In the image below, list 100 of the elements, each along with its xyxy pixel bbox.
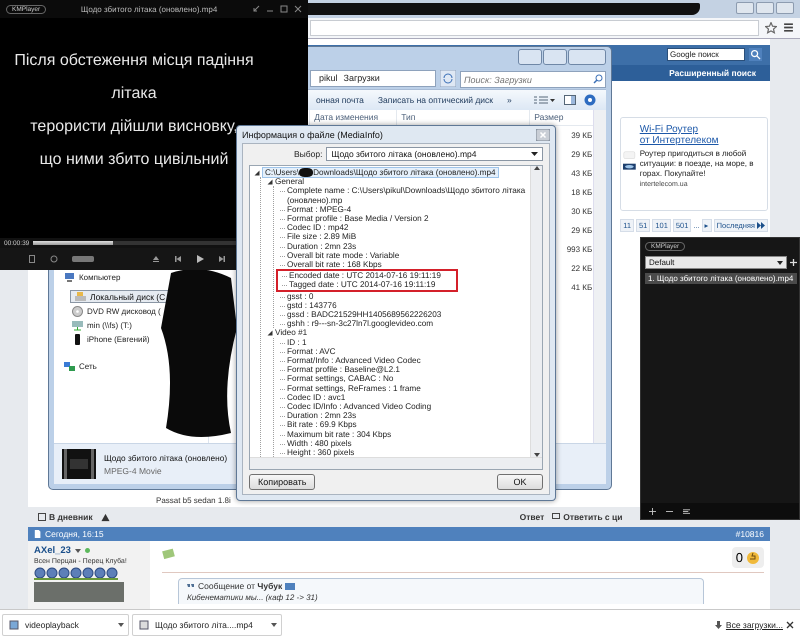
- file-dropdown[interactable]: Щодо збитого літака (оновлено).mp4: [326, 147, 543, 161]
- scrollbar[interactable]: [530, 166, 542, 458]
- tree-item[interactable]: General: [275, 177, 304, 186]
- tree-item[interactable]: File size : 2.89 MiB: [287, 232, 356, 242]
- all-downloads-link[interactable]: Все загрузки...: [714, 620, 783, 630]
- tree-item[interactable]: Bit rate : 69.9 Kbps: [287, 420, 357, 430]
- tree-item[interactable]: gshh : r9---sn-3c27ln7l.googlevideo.com: [287, 319, 434, 328]
- tree-item[interactable]: Duration : 2mn 23s: [287, 411, 356, 420]
- nav-item[interactable]: Сеть: [62, 360, 99, 372]
- download-item[interactable]: videoplayback: [2, 614, 129, 636]
- subtitle-line: Після обстеження місця падіння: [14, 51, 254, 71]
- tree-item[interactable]: Encoded date : UTC 2014-07-16 19:11:19: [289, 271, 441, 280]
- tree-item[interactable]: ID : 1: [287, 338, 307, 347]
- maximize-button[interactable]: [543, 49, 567, 65]
- toolbar-item[interactable]: »: [507, 95, 512, 105]
- phone-icon: [72, 334, 83, 344]
- tree-item[interactable]: gstd : 143776: [287, 300, 337, 310]
- search-field[interactable]: Поиск: Загрузки: [460, 71, 606, 88]
- nav-item[interactable]: Локальный диск (С: [70, 290, 170, 303]
- breadcrumb-bar[interactable]: pikul Загрузки: [310, 70, 436, 86]
- quote-header: Сообщение от Чубук: [198, 581, 282, 592]
- tree-item[interactable]: Format profile : Baseline@L2.1: [287, 365, 400, 374]
- minimize-button[interactable]: [736, 2, 754, 14]
- file-size: 993 КБ: [566, 244, 594, 256]
- post-text: Passat b5 sedan 1.8i: [156, 496, 231, 506]
- quote-reply-link[interactable]: Ответить с ци: [552, 512, 622, 522]
- nav-item[interactable]: Компьютер: [62, 272, 122, 284]
- expander-icon[interactable]: [254, 170, 260, 176]
- copy-button[interactable]: Копировать: [249, 474, 316, 490]
- tree-item[interactable]: Tagged date : UTC 2014-07-16 19:11:19: [289, 280, 436, 290]
- nav-item[interactable]: DVD RW дисковод (: [70, 305, 163, 317]
- breadcrumb-item[interactable]: Загрузки: [344, 73, 380, 83]
- expander-icon[interactable]: [267, 178, 273, 185]
- horizontal-scrollbar[interactable]: [250, 457, 542, 470]
- tree-item[interactable]: Format profile : Base Media / Version 2: [287, 214, 429, 224]
- subtitle-line: літака: [111, 84, 157, 104]
- tree-item[interactable]: Video #1: [275, 328, 308, 338]
- network-icon: [64, 361, 75, 372]
- quote-text: Кибенематики мы... (каф 12 -> 31): [187, 593, 319, 602]
- minimize-button[interactable]: [518, 49, 542, 65]
- file-size: 39 КБ: [571, 130, 594, 142]
- select-label: Выбор:: [294, 149, 322, 159]
- tree-item[interactable]: Format settings, CABAC : No: [287, 374, 394, 384]
- tree-item[interactable]: Format : AVC: [287, 346, 336, 356]
- caret-icon: [531, 152, 538, 156]
- disc-icon: [72, 306, 83, 316]
- ad-title-link[interactable]: Wi-Fi Роутер: [640, 124, 763, 135]
- view-options-icon: [534, 95, 556, 105]
- tree-item[interactable]: Codec ID : avc1: [287, 392, 346, 402]
- post-number-link[interactable]: #10816: [736, 529, 764, 540]
- scrollbar[interactable]: [593, 110, 606, 443]
- playlist-dropdown[interactable]: Default: [645, 256, 787, 269]
- download-item[interactable]: Щодо збитого літа....mp4: [132, 614, 282, 636]
- tree-item[interactable]: gsst : 0: [287, 292, 314, 301]
- caret-icon: [271, 623, 277, 628]
- tree-item[interactable]: Width : 480 pixels: [287, 438, 352, 448]
- tree-item[interactable]: Format settings, ReFrames : 1 frame: [287, 384, 421, 393]
- file-size: 41 КБ: [571, 282, 594, 294]
- username-link[interactable]: AXel_23: [34, 545, 71, 556]
- ok-button[interactable]: OK: [497, 474, 543, 490]
- ad-title-link[interactable]: от Интертелеком: [640, 134, 763, 146]
- address-field[interactable]: [310, 20, 759, 36]
- tree-item[interactable]: Codec ID/Info : Advanced Video Coding: [287, 402, 432, 412]
- star-icon: [765, 22, 777, 34]
- toolbar-item[interactable]: Записать на оптический диск: [378, 95, 494, 105]
- nav-item[interactable]: min (\\fs) (T:): [70, 319, 134, 331]
- tree-item[interactable]: gssd : BADC21529HH1405689562226203: [287, 310, 442, 320]
- preview-pane-icon: [564, 95, 576, 105]
- tree-item[interactable]: Format : MPEG-4: [287, 204, 352, 214]
- file-size: 43 КБ: [571, 168, 594, 180]
- toolbar-item[interactable]: онная почта: [316, 95, 364, 105]
- tree-item[interactable]: Format/Info : Advanced Video Codec: [287, 356, 421, 366]
- breadcrumb-item[interactable]: pikul: [319, 73, 338, 83]
- tree-item[interactable]: Overall bit rate : 168 Kbps: [287, 260, 382, 270]
- reply-link[interactable]: Ответ: [520, 512, 544, 522]
- nav-item[interactable]: iPhone (Евгений): [70, 333, 152, 345]
- advanced-search-link[interactable]: Расширенный поиск: [669, 68, 756, 78]
- close-button[interactable]: [568, 49, 606, 65]
- close-button[interactable]: [776, 2, 794, 14]
- tree-selection[interactable]: C:\Users\ Downloads\Щодо збитого літака (оновлено).mp4: [262, 167, 499, 178]
- tree-item[interactable]: Height : 360 pixels: [287, 448, 354, 458]
- playlist-item[interactable]: 1. Щодо збитого літака (оновлено).mp4: [645, 273, 797, 284]
- tree-item[interactable]: Duration : 2mn 23s: [287, 242, 356, 251]
- tree-item[interactable]: Complete name : C:\Users\pikul\Downloads\Щодо збитого літака (оновлено).mp: [287, 186, 528, 205]
- search-field[interactable]: Google поиск: [667, 48, 745, 62]
- file-path: Downloads\Щодо збитого літака (оновлено).mp4: [313, 168, 496, 178]
- subtitle-line: що ними збито цивільний: [40, 150, 228, 170]
- subtitle-line: терористи дійшли висновку,: [30, 117, 238, 137]
- tree-item[interactable]: Overall bit rate mode : Variable: [287, 250, 400, 260]
- scroll-up-icon[interactable]: [534, 166, 540, 170]
- post-date: Сегодня, 16:15: [45, 529, 104, 540]
- computer-icon: [64, 272, 75, 283]
- ad-text: Роутер пригодиться в любой ситуации: в поезде, на море, в горах. Покупайте!: [640, 148, 754, 179]
- diary-link[interactable]: В дневник: [38, 512, 93, 522]
- maximize-button[interactable]: [756, 2, 774, 14]
- tree-item[interactable]: Maximum bit rate : 304 Kbps: [287, 430, 392, 439]
- tree-item[interactable]: Codec ID : mp42: [287, 223, 348, 232]
- dialog-title: Информация о файле (MediaInfo): [242, 130, 383, 140]
- post-icon: [162, 547, 176, 562]
- expander-icon[interactable]: [267, 330, 273, 336]
